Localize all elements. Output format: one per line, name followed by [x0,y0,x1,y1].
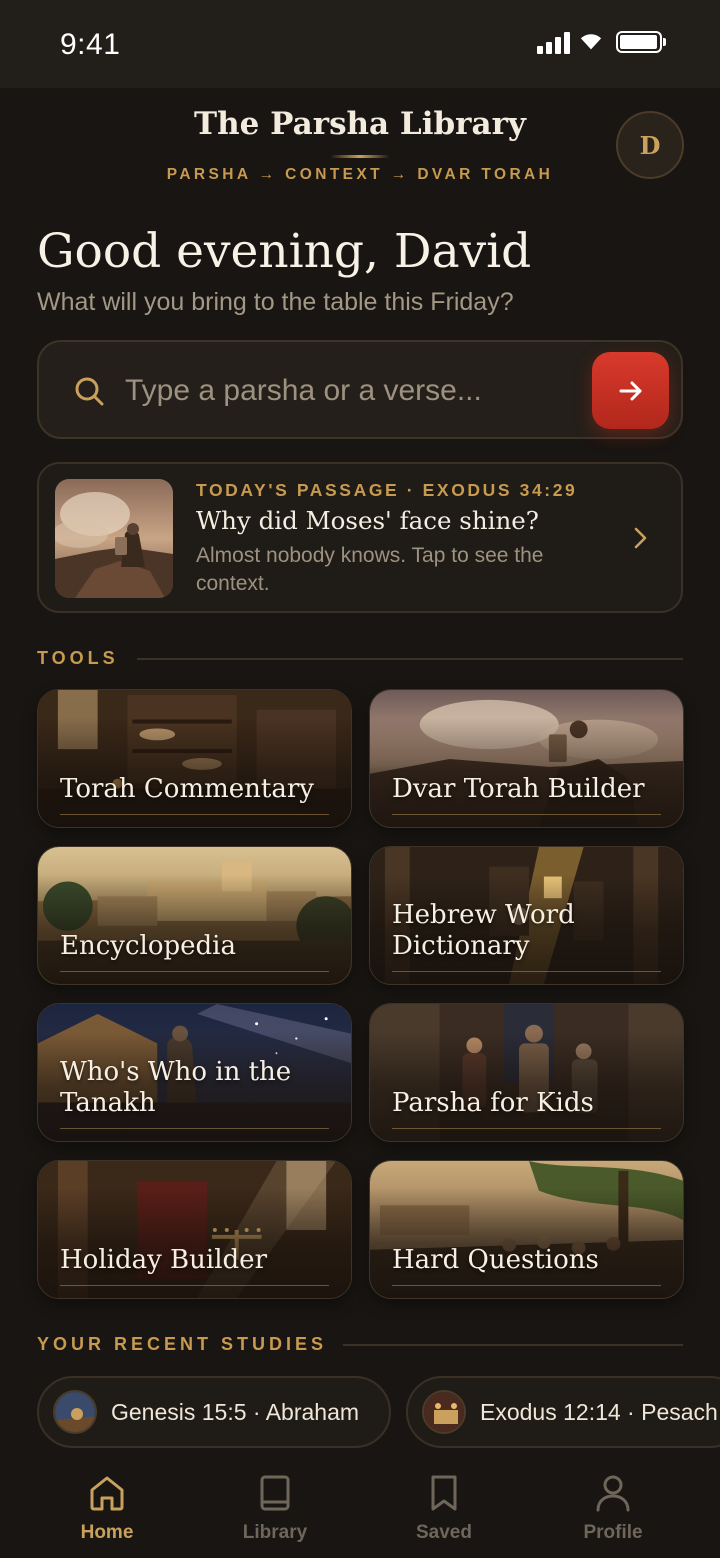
tool-label: Parsha for Kids [392,1088,594,1118]
tool-overlay [38,847,351,984]
battery-icon [616,31,666,53]
greeting-title: Good evening, David [37,224,532,279]
tool-card-dvar-torah-builder[interactable]: Dvar Torah Builder [369,689,684,828]
tool-card-hebrew-word-dictionary[interactable]: Hebrew Word Dictionary [369,846,684,985]
recent-section-label: YOUR RECENT STUDIES [37,1334,328,1354]
search-input[interactable] [125,368,585,414]
recent-study-chip[interactable]: Exodus 12:14 · Pesach [406,1376,720,1448]
title-divider [330,155,390,158]
tool-label: Who's Who in the Tanakh [60,1057,292,1118]
tool-label: Hebrew Word Dictionary [392,900,575,961]
tool-underline [60,813,329,815]
todays-passage-card[interactable]: TODAY'S PASSAGE · EXODUS 34:29 Why did M… [37,462,683,613]
tool-card-whos-who-in-the-tanakh[interactable]: Who's Who in the Tanakh [37,1003,352,1142]
tool-underline [60,970,329,972]
wifi-icon [580,34,602,50]
user-icon [596,1475,630,1512]
tool-card-encyclopedia[interactable]: Encyclopedia [37,846,352,985]
nav-label: Library [242,1522,308,1543]
tool-underline [60,1127,329,1129]
nav-label: Profile [583,1522,643,1543]
tools-section-divider [137,658,683,660]
nav-item-profile[interactable]: Profile [543,1472,683,1544]
nav-item-home[interactable]: Home [37,1472,177,1544]
tool-underline [60,1284,329,1286]
greeting-subtitle: What will you bring to the table this Fr… [37,288,514,316]
nav-item-library[interactable]: Library [205,1472,345,1544]
status-time: 9:41 [60,28,121,61]
tool-underline [392,813,661,815]
tool-label: Dvar Torah Builder [392,774,645,804]
passage-description: Almost nobody knows. Tap to see the cont… [196,544,544,595]
recent-study-label: Genesis 15:5 · Abraham [111,1398,360,1425]
nav-label: Saved [416,1522,472,1543]
passage-title: Why did Moses' face shine? [196,506,539,535]
recent-study-thumbnail [422,1390,466,1434]
tool-label: Hard Questions [392,1245,599,1275]
tool-card-holiday-builder[interactable]: Holiday Builder [37,1160,352,1299]
recent-study-chip[interactable]: Genesis 15:5 · Abraham [37,1376,391,1448]
tool-overlay [38,1161,351,1298]
arrow-right-icon [619,381,641,400]
tool-underline [392,1127,661,1129]
tool-label: Encyclopedia [60,931,236,961]
tool-card-torah-commentary[interactable]: Torah Commentary [37,689,352,828]
app-title: The Parsha Library [194,106,526,142]
home-icon [90,1476,124,1511]
search-bar[interactable] [37,340,683,439]
nav-label: Home [80,1522,134,1543]
avatar[interactable]: D [616,111,684,179]
tool-overlay [370,690,683,827]
tool-overlay [370,1004,683,1141]
tool-overlay [370,1161,683,1298]
status-icons [537,30,666,54]
signal-icon [537,30,570,54]
recent-study-thumbnail [53,1390,97,1434]
tool-label: Torah Commentary [60,774,314,804]
search-icon [75,377,104,406]
tool-underline [392,1284,661,1286]
flow-tagline: PARSHA → CONTEXT → DVAR TORAH [166,166,554,183]
tool-card-hard-questions[interactable]: Hard Questions [369,1160,684,1299]
tool-overlay [38,690,351,827]
bookmark-icon [431,1475,457,1511]
passage-thumbnail [55,479,173,598]
book-icon [260,1475,290,1511]
passage-kicker: TODAY'S PASSAGE · EXODUS 34:29 [196,480,578,500]
chevron-right-icon [634,527,647,549]
tools-section-label: TOOLS [37,648,119,668]
recent-study-label: Exodus 12:14 · Pesach [480,1398,718,1425]
tool-card-parsha-for-kids[interactable]: Parsha for Kids [369,1003,684,1142]
nav-item-saved[interactable]: Saved [374,1472,514,1544]
tool-label: Holiday Builder [60,1245,267,1275]
search-submit-button[interactable] [592,352,669,429]
bottom-nav: Home Library Saved Profile [0,1462,720,1558]
recent-section-divider [343,1344,683,1346]
tool-underline [392,970,661,972]
status-bar: 9:41 [0,0,720,88]
